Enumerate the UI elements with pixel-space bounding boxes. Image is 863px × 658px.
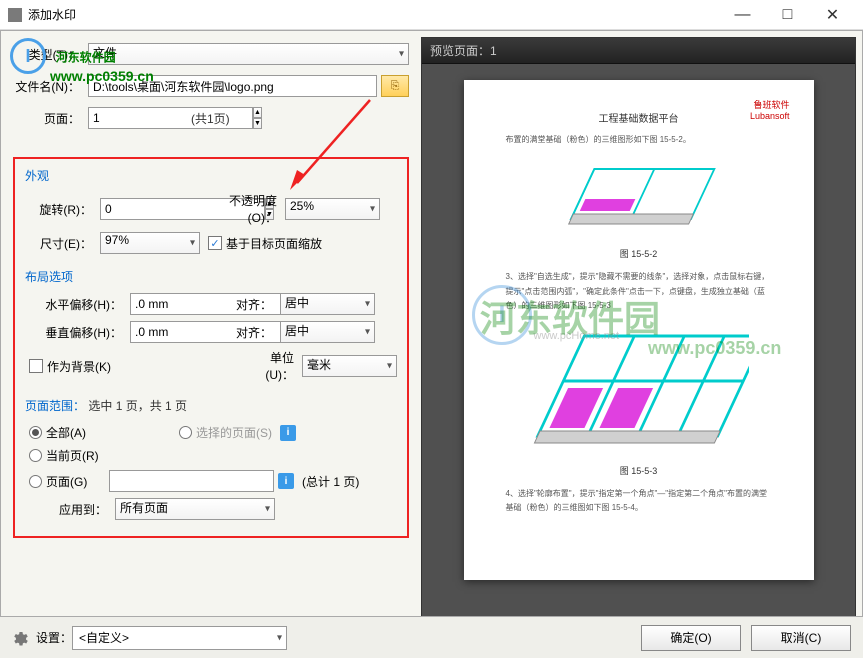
doc-text-3: 4、选择"轮廓布置"，提示"指定第一个角点"—"指定第二个角点"布置的满堂基础（…: [494, 483, 784, 520]
doc-caption-2: 图 15-5-3: [494, 464, 784, 477]
chevron-down-icon: ▾: [277, 632, 282, 643]
model-3d-image-1: [549, 159, 729, 239]
size-combo[interactable]: 97% ▾: [100, 232, 200, 254]
voffset-label: 垂直偏移(H)：: [25, 324, 130, 341]
bottom-bar: 设置： <自定义> ▾ 确定(O) 取消(C): [0, 616, 863, 658]
radio-pages-label: 页面(G): [46, 473, 87, 490]
page-preview: 鲁班软件 Lubansoft 工程基础数据平台 布置的满堂基础（粉色）的三维图形…: [464, 80, 814, 580]
lubansoft-logo: 鲁班软件 Lubansoft: [750, 98, 790, 121]
ok-button[interactable]: 确定(O): [641, 625, 741, 651]
main-content: 类型(T)： 文件 ▾ 文件名(N)： ⎘ 页面： ▲ ▼ (共1页): [0, 30, 863, 658]
browse-button[interactable]: ⎘: [381, 75, 409, 97]
chevron-down-icon: ▾: [387, 361, 392, 372]
halign-value: 居中: [285, 296, 309, 310]
doc-title: 工程基础数据平台: [494, 110, 784, 125]
chevron-down-icon: ▾: [265, 504, 270, 515]
preview-body: 鲁班软件 Lubansoft 工程基础数据平台 布置的满堂基础（粉色）的三维图形…: [422, 64, 855, 620]
radio-selected[interactable]: [179, 426, 192, 439]
settings-label: 设置：: [36, 629, 72, 646]
type-label: 类型(T)：: [13, 46, 88, 63]
spinner-down-icon[interactable]: ▼: [253, 118, 262, 129]
apply-combo[interactable]: 所有页面 ▾: [115, 498, 275, 520]
apply-label: 应用到：: [25, 501, 115, 518]
page-total-label: (共1页): [191, 110, 230, 127]
halign-label: 对齐：: [225, 296, 280, 313]
size-label: 尺寸(E)：: [25, 235, 100, 252]
halign-combo[interactable]: 居中 ▾: [280, 293, 375, 315]
chevron-down-icon: ▾: [365, 327, 370, 338]
radio-current-label: 当前页(R): [46, 447, 99, 464]
minimize-button[interactable]: —: [720, 0, 765, 30]
radio-selected-label: 选择的页面(S): [196, 424, 272, 441]
valign-combo[interactable]: 居中 ▾: [280, 321, 375, 343]
apply-value: 所有页面: [120, 501, 168, 515]
chevron-down-icon: ▾: [370, 204, 375, 215]
doc-text-1: 布置的满堂基础（粉色）的三维图形如下图 15-5-2。: [494, 129, 784, 151]
background-checkbox[interactable]: [29, 359, 43, 373]
scale-checkbox[interactable]: ✓: [208, 236, 222, 250]
spinner-up-icon[interactable]: ▲: [253, 107, 262, 118]
scale-checkbox-label: 基于目标页面缩放: [226, 235, 322, 252]
hoffset-label: 水平偏移(H)：: [25, 296, 130, 313]
model-3d-image-2: [529, 326, 749, 456]
filename-input[interactable]: [88, 75, 377, 97]
page-range-summary: 选中 1 页，共 1 页: [88, 399, 187, 413]
opacity-combo[interactable]: 25% ▾: [285, 198, 380, 220]
highlighted-section: 外观 旋转(R)： ▲▼ 不透明度(O)： 25% ▾ 尺寸(E)： 97%: [13, 157, 409, 538]
window-title: 添加水印: [28, 6, 720, 23]
rotate-spinner[interactable]: ▲▼: [100, 198, 200, 220]
background-label: 作为背景(K): [47, 358, 111, 375]
page-spinner[interactable]: ▲ ▼: [88, 107, 183, 129]
app-icon: [8, 8, 22, 22]
close-button[interactable]: ✕: [810, 0, 855, 30]
info-icon[interactable]: i: [280, 425, 296, 441]
radio-current[interactable]: [29, 449, 42, 462]
settings-panel: 类型(T)： 文件 ▾ 文件名(N)： ⎘ 页面： ▲ ▼ (共1页): [1, 31, 421, 657]
page-range-title: 页面范围：: [25, 399, 85, 413]
chevron-down-icon: ▾: [190, 238, 195, 249]
unit-combo[interactable]: 毫米 ▾: [302, 355, 397, 377]
size-value: 97%: [105, 233, 129, 247]
type-combo[interactable]: 文件 ▾: [88, 43, 409, 65]
info-icon[interactable]: i: [278, 473, 294, 489]
unit-value: 毫米: [307, 358, 331, 372]
settings-combo[interactable]: <自定义> ▾: [72, 626, 287, 650]
cancel-button[interactable]: 取消(C): [751, 625, 851, 651]
pages-input[interactable]: [109, 470, 274, 492]
gear-icon: [12, 629, 30, 647]
unit-label: 单位(U)：: [242, 349, 302, 383]
annotation-arrow-icon: [285, 95, 375, 190]
settings-value: <自定义>: [79, 629, 129, 646]
chevron-down-icon: ▾: [365, 299, 370, 310]
type-value: 文件: [93, 46, 117, 60]
watermark-phone: www.pcHome.net: [534, 330, 620, 342]
hoffset-spinner[interactable]: ▲▼: [130, 293, 225, 315]
valign-value: 居中: [285, 324, 309, 338]
doc-text-2: 3、选择"自选生成"，提示"隐藏不需要的线条"，选择对象，点击鼠标右键，提示"点…: [494, 266, 784, 317]
radio-all-label: 全部(A): [46, 424, 86, 441]
doc-caption-1: 图 15-5-2: [494, 247, 784, 260]
voffset-spinner[interactable]: ▲▼: [130, 321, 225, 343]
titlebar: 添加水印 — □ ✕: [0, 0, 863, 30]
opacity-label: 不透明度(O)：: [200, 192, 285, 226]
preview-header: 预览页面：1: [422, 38, 855, 64]
rotate-label: 旋转(R)：: [25, 201, 100, 218]
maximize-button[interactable]: □: [765, 0, 810, 30]
radio-all[interactable]: [29, 426, 42, 439]
filename-label: 文件名(N)：: [13, 78, 88, 95]
pages-total-label: (总计 1 页): [302, 473, 359, 490]
layout-title: 布局选项: [25, 268, 397, 285]
page-label: 页面：: [13, 110, 88, 127]
valign-label: 对齐：: [225, 324, 280, 341]
chevron-down-icon: ▾: [399, 49, 404, 60]
preview-panel: 预览页面：1 鲁班软件 Lubansoft 工程基础数据平台 布置的满堂基础（粉…: [421, 37, 856, 651]
radio-pages[interactable]: [29, 475, 42, 488]
opacity-value: 25%: [290, 199, 314, 213]
